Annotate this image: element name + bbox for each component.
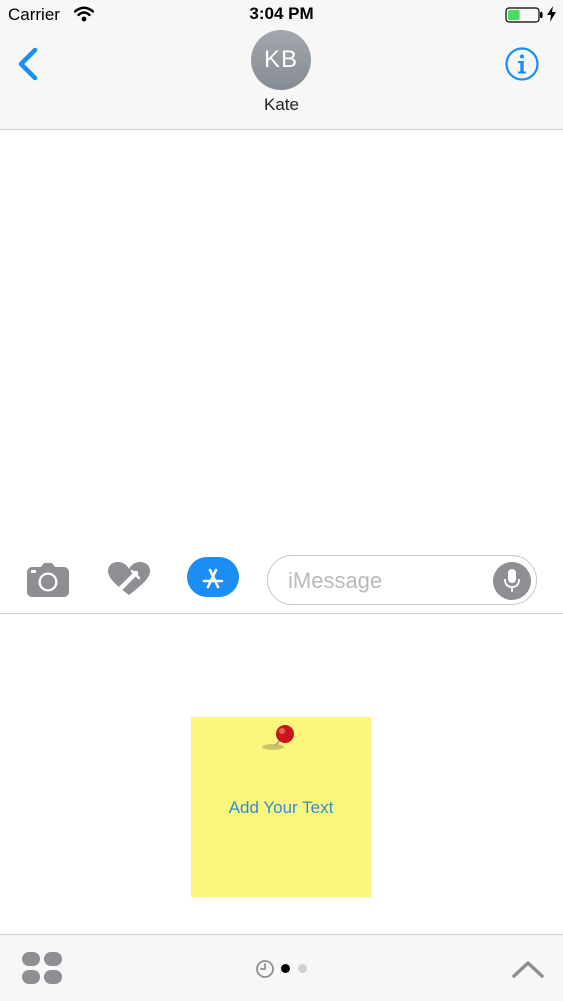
sticky-note-sticker[interactable]: Add Your Text xyxy=(191,717,371,897)
status-time: 3:04 PM xyxy=(249,4,314,23)
avatar[interactable]: KB xyxy=(251,30,311,90)
imessage-text-input[interactable] xyxy=(286,564,490,598)
microphone-icon xyxy=(504,569,520,598)
heart-touch-icon[interactable] xyxy=(106,561,152,602)
app-store-icon xyxy=(201,565,225,594)
chevron-left-icon[interactable] xyxy=(14,46,40,87)
bolt-icon xyxy=(547,6,556,27)
imessage-app-drawer: Add Your Text xyxy=(0,614,563,934)
push-pin-icon xyxy=(261,721,301,762)
info-icon[interactable] xyxy=(504,46,540,87)
battery-charging-icon xyxy=(505,7,543,28)
page-indicator-dot-active[interactable] xyxy=(281,964,290,973)
avatar-initials: KB xyxy=(263,46,298,73)
chevron-up-icon[interactable] xyxy=(511,959,545,984)
dictation-button[interactable] xyxy=(493,562,531,600)
imessage-input-field[interactable] xyxy=(267,555,537,605)
clock-icon[interactable] xyxy=(255,959,275,984)
page-indicator-dot[interactable] xyxy=(298,964,307,973)
contact-name[interactable]: Kate xyxy=(0,95,563,115)
app-store-button[interactable] xyxy=(187,557,239,597)
sticky-note-text: Add Your Text xyxy=(228,798,334,817)
status-bar: Carrier 3:04 PM xyxy=(0,0,563,30)
app-grid-icon[interactable] xyxy=(22,952,62,989)
camera-icon[interactable] xyxy=(26,562,70,603)
conversation-transcript[interactable] xyxy=(0,130,563,545)
app-drawer-footer xyxy=(0,934,563,1001)
compose-bar xyxy=(0,545,563,614)
